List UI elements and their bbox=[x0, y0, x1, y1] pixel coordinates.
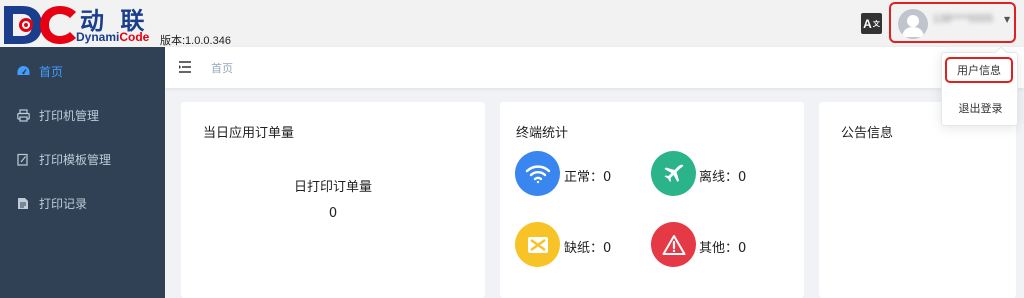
dashboard-icon bbox=[16, 64, 30, 78]
hamburger-icon[interactable] bbox=[178, 60, 192, 74]
navbar: 首页 bbox=[165, 47, 1024, 88]
terminal-paper-out-count: 缺纸：0 bbox=[564, 241, 612, 256]
avatar[interactable] bbox=[898, 9, 928, 39]
translate-icon[interactable]: A文 bbox=[861, 13, 882, 34]
sidebar-item-label: 打印记录 bbox=[39, 196, 88, 211]
daily-print-orders-value: 0 bbox=[328, 206, 338, 221]
terminal-stats-card: 终端统计 正常：0 离线：0 缺纸：0 其他：0 bbox=[500, 102, 804, 298]
brand-en-suffix: Code bbox=[119, 30, 150, 44]
sidebar-item-label: 打印机管理 bbox=[39, 108, 100, 123]
caret-down-icon[interactable]: ▼ bbox=[1004, 15, 1010, 24]
terminal-offline-count: 离线：0 bbox=[699, 170, 747, 185]
top-header: 动 联 DynamiCode 版本:1.0.0.346 A文 138****55… bbox=[0, 0, 1024, 47]
brand-english-name: DynamiCode bbox=[76, 30, 149, 44]
sidebar: 首页 打印机管理 打印模板管理 打印记录 bbox=[0, 47, 165, 298]
daily-print-orders-label: 日打印订单量 bbox=[293, 180, 372, 195]
version-label: 版本:1.0.0.346 bbox=[160, 35, 231, 47]
card-title: 终端统计 bbox=[516, 126, 569, 141]
sidebar-item-label: 打印模板管理 bbox=[39, 152, 112, 167]
orders-card: 当日应用订单量 日打印订单量 0 bbox=[181, 102, 485, 298]
card-title: 公告信息 bbox=[841, 126, 894, 141]
brand-en-prefix: Dynami bbox=[76, 30, 120, 44]
terminal-normal-count: 正常：0 bbox=[564, 170, 612, 185]
breadcrumb[interactable]: 首页 bbox=[211, 60, 233, 76]
paper-out-icon bbox=[515, 222, 560, 267]
card-title: 当日应用订单量 bbox=[203, 126, 295, 141]
warning-icon bbox=[651, 222, 696, 267]
user-avatar-icon bbox=[902, 15, 924, 37]
sidebar-item-home[interactable]: 首页 bbox=[0, 49, 165, 93]
wifi-icon bbox=[515, 151, 560, 196]
sidebar-item-label: 首页 bbox=[39, 64, 64, 79]
user-dropdown-trigger[interactable]: 138****5555 ▼ bbox=[889, 2, 1016, 43]
sidebar-item-printer-management[interactable]: 打印机管理 bbox=[0, 93, 165, 137]
terminal-other-count: 其他：0 bbox=[699, 241, 747, 256]
sidebar-item-template-management[interactable]: 打印模板管理 bbox=[0, 137, 165, 181]
sidebar-item-print-records[interactable]: 打印记录 bbox=[0, 181, 165, 225]
logout-menu-item[interactable]: 退出登录 bbox=[942, 95, 1019, 121]
notice-card: 公告信息 bbox=[819, 102, 1016, 298]
airplane-icon bbox=[651, 151, 696, 196]
username-label: 138****5555 bbox=[933, 13, 993, 25]
user-info-menu-item[interactable]: 用户信息 bbox=[945, 57, 1013, 83]
printer-icon bbox=[16, 108, 30, 122]
user-dropdown-menu: 用户信息 退出登录 bbox=[941, 46, 1019, 126]
edit-icon bbox=[16, 152, 30, 166]
document-icon bbox=[16, 196, 30, 210]
